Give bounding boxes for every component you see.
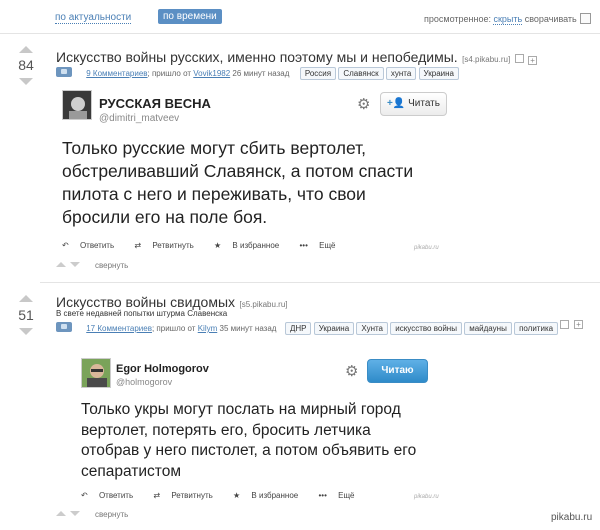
footer-watermark: pikabu.ru [551,512,593,523]
post-subtitle: В свете недавней попытки штурма Славенск… [56,309,228,318]
sort-by-time-tab[interactable]: по времени [158,9,222,24]
follow-button[interactable]: +👤 Читать [380,92,447,116]
image-type-icon [56,322,72,332]
author-link[interactable]: Kilym [198,324,218,333]
mini-downvote-icon[interactable] [70,262,80,267]
add-user-icon: +👤 [387,98,406,109]
post-meta: 9 Комментариев; пришло от Vovik1982 26 м… [56,66,460,80]
tag[interactable]: Хунта [356,322,389,335]
hide-viewed-link[interactable]: скрыть [493,14,523,25]
tag[interactable]: политика [514,322,559,335]
expand-icon[interactable]: + [574,320,583,329]
collapse-link[interactable]: свернуть [95,510,128,519]
image-type-icon [56,67,72,77]
more-action[interactable]: ••• Ещё [318,491,363,500]
favorite-label: В избранное [232,241,280,250]
tag[interactable]: Украина [313,322,355,335]
downvote-icon[interactable] [19,328,33,335]
upvote-icon[interactable] [19,46,33,53]
post-rating: 84 [18,57,34,73]
more-action[interactable]: ••• Ещё [299,241,344,250]
collapse-checkbox[interactable] [580,13,591,24]
comments-link[interactable]: 9 Комментариев [86,69,147,78]
reply-action[interactable]: ↶ Ответить [62,241,123,250]
tag[interactable]: майдауны [464,322,512,335]
favorite-action[interactable]: ★ В избранное [214,241,288,250]
post-time: 26 минут назад [232,69,290,78]
post-title[interactable]: Искусство войны свидомых [56,294,235,310]
mini-downvote-icon[interactable] [70,511,80,516]
reply-label: Ответить [98,491,134,500]
post-time: 35 минут назад [219,324,277,333]
gear-icon[interactable]: ⚙ [357,95,370,113]
sort-by-relevance-link[interactable]: по актуальности [55,12,132,24]
mini-upvote-icon[interactable] [56,262,66,267]
tweet-actions: ↶ Ответить ⇄ Ретвитнуть ★ В избранное ••… [81,491,373,500]
tweet-actions: ↶ Ответить ⇄ Ретвитнуть ★ В избранное ••… [62,241,354,250]
viewed-label: просмотренное: [424,14,491,24]
retweet-icon: ⇄ [153,491,161,500]
image-watermark: pikabu.ru [414,494,439,500]
gear-icon[interactable]: ⚙ [345,362,358,380]
tag[interactable]: искусство войны [390,322,462,335]
expand-icon[interactable]: + [528,56,538,65]
tweet-author-name[interactable]: Egor Holmogorov [116,363,209,375]
save-icon[interactable] [514,54,524,63]
post-domain: [s5.pikabu.ru] [239,300,288,309]
more-icon: ••• [299,241,308,250]
post-rating: 51 [18,307,34,323]
reply-label: Ответить [79,241,115,250]
author-link[interactable]: Vovik1982 [193,69,230,78]
retweet-label: Ретвитнуть [152,241,194,250]
post-header: Искусство войны русских, именно поэтому … [56,49,538,67]
follow-label: Читать [408,98,440,109]
tweet-text: Только русские могут сбить вертолет, обс… [62,138,414,227]
save-icon[interactable] [560,320,569,329]
posted-by-label: ; пришло от [151,324,196,333]
posted-by-label: ; пришло от [147,69,192,78]
tag[interactable]: Россия [299,67,337,80]
tag[interactable]: Украина [418,67,460,80]
retweet-icon: ⇄ [134,241,142,250]
tweet-author-handle[interactable]: @holmogorov [116,377,172,387]
more-label: Ещё [338,491,355,500]
reply-action[interactable]: ↶ Ответить [81,491,142,500]
image-watermark: pikabu.ru [414,245,439,251]
retweet-action[interactable]: ⇄ Ретвитнуть [134,241,202,250]
tag[interactable]: ДНР [284,322,312,335]
collapse-label: сворачивать [524,14,577,24]
favorite-action[interactable]: ★ В избранное [233,491,307,500]
post-domain: [s4.pikabu.ru] [462,55,511,64]
retweet-label: Ретвитнуть [171,491,213,500]
tweet-avatar [62,90,92,120]
tweet-author-name[interactable]: РУССКАЯ ВЕСНА [99,96,211,111]
tag[interactable]: Славянск [338,67,384,80]
divider [40,282,600,283]
mini-upvote-icon[interactable] [56,511,66,516]
post-title[interactable]: Искусство войны русских, именно поэтому … [56,49,458,65]
viewed-controls: просмотренное: скрыть сворачивать [424,14,577,25]
favorite-label: В избранное [251,491,299,500]
star-icon: ★ [214,241,222,250]
upvote-icon[interactable] [19,295,33,302]
reply-icon: ↶ [81,491,88,500]
more-label: Ещё [319,241,336,250]
reply-icon: ↶ [62,241,69,250]
comments-link[interactable]: 17 Комментариев [86,324,152,333]
tweet-text: Только укры могут послать на мирный горо… [81,401,417,480]
sort-bar: по актуальности по времени просмотренное… [0,0,600,32]
downvote-icon[interactable] [19,78,33,85]
retweet-action[interactable]: ⇄ Ретвитнуть [153,491,221,500]
collapse-link[interactable]: свернуть [95,261,128,270]
tweet-avatar [81,358,111,388]
post-meta: 17 Комментариев; пришло от Kilym 35 мину… [56,321,559,335]
tweet-author-handle[interactable]: @dimitri_matveev [99,113,179,124]
star-icon: ★ [233,491,241,500]
following-button[interactable]: Читаю [367,359,428,383]
divider [0,33,600,34]
tag[interactable]: хунта [385,67,417,80]
more-icon: ••• [318,491,327,500]
